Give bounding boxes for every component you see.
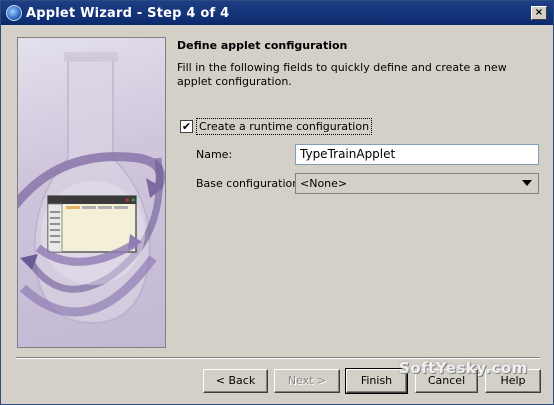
window-illustration bbox=[47, 195, 137, 253]
base-configuration-select[interactable]: <None> bbox=[295, 173, 539, 194]
next-button[interactable]: Next > bbox=[274, 369, 340, 393]
runtime-config-checkbox[interactable]: ✔ bbox=[180, 120, 193, 133]
page-description: Fill in the following fields to quickly … bbox=[177, 61, 507, 88]
watermark: SoftYesky.com bbox=[399, 359, 528, 377]
app-icon bbox=[6, 5, 22, 21]
base-configuration-value: <None> bbox=[300, 177, 348, 190]
dropdown-arrow-icon[interactable] bbox=[522, 180, 532, 186]
runtime-config-checkbox-row[interactable]: ✔ Create a runtime configuration bbox=[180, 118, 373, 135]
applet-wizard-window: Applet Wizard - Step 4 of 4 × Define app… bbox=[0, 0, 554, 405]
finish-button[interactable]: Finish bbox=[345, 368, 408, 394]
window-title: Applet Wizard - Step 4 of 4 bbox=[26, 5, 230, 21]
name-label: Name: bbox=[196, 148, 233, 161]
title-bar[interactable]: Applet Wizard - Step 4 of 4 × bbox=[1, 1, 553, 25]
flask-illustration bbox=[18, 52, 165, 325]
base-configuration-label: Base configuration: bbox=[196, 177, 303, 190]
close-icon[interactable]: × bbox=[531, 6, 547, 20]
page-heading: Define applet configuration bbox=[177, 39, 348, 52]
wizard-illustration-panel bbox=[17, 37, 166, 348]
runtime-config-label[interactable]: Create a runtime configuration bbox=[196, 118, 373, 135]
name-input[interactable]: TypeTrainApplet bbox=[295, 144, 539, 165]
back-button[interactable]: < Back bbox=[203, 369, 268, 393]
